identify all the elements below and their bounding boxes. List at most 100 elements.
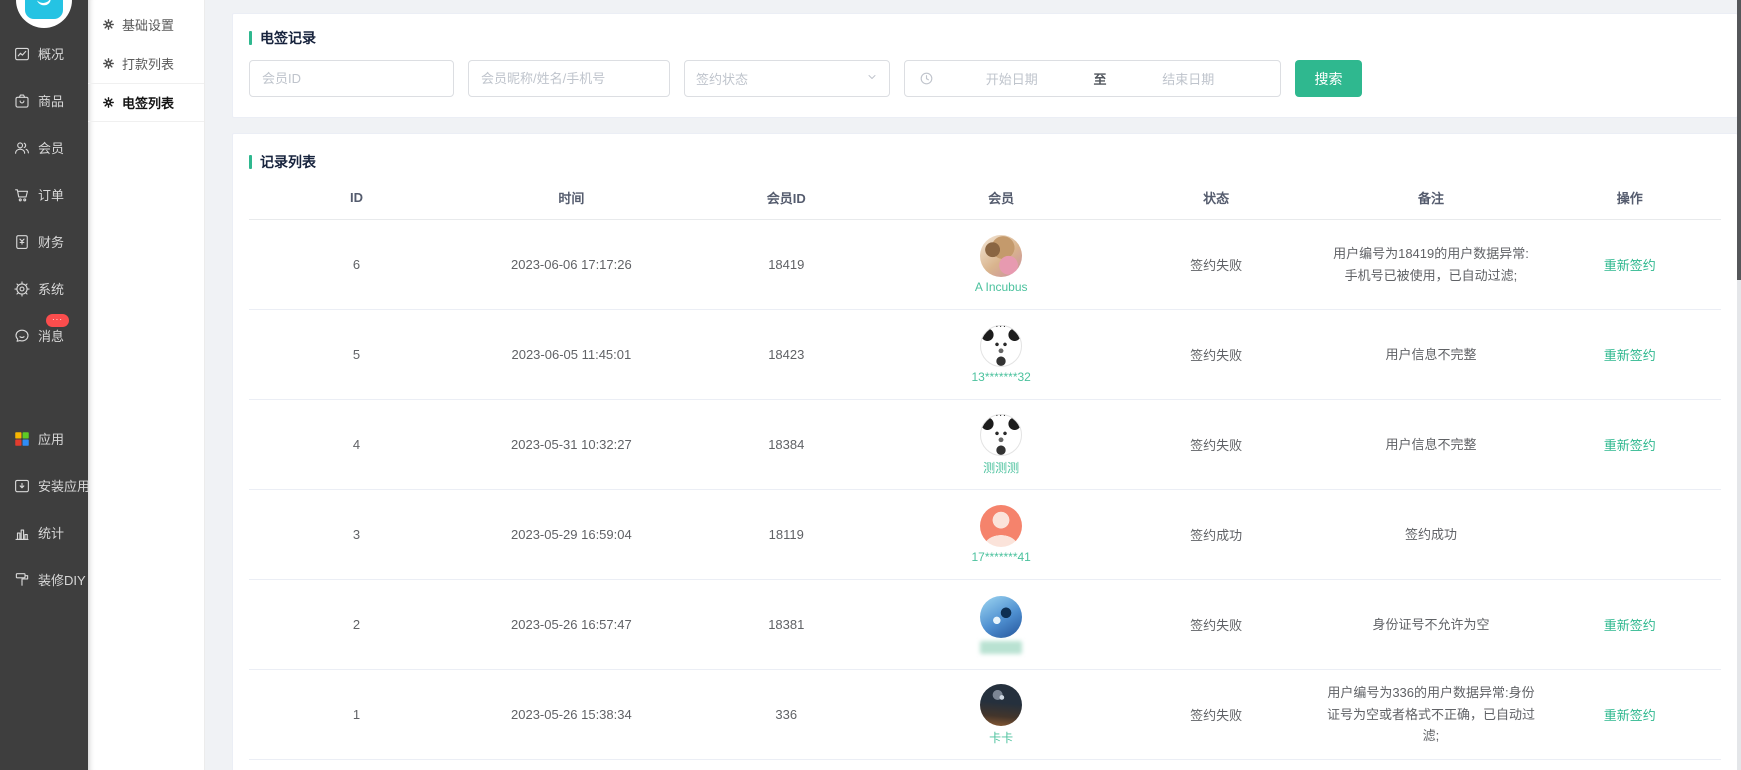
screen: 概况 商品 会员 订单 财务 系统 消息 ··· 应用 安装应用 统计 装修DI… [0,0,1741,770]
cell-status: 签约失败 [1109,255,1324,274]
cell-remark: 用户信息不完整 [1324,434,1539,455]
sidebar-item-finance[interactable]: 财务 [0,218,88,265]
photo-blue-avatar[interactable] [980,596,1022,638]
default-person-avatar[interactable] [980,505,1022,547]
sidebar-item-apps[interactable]: 应用 [0,415,88,462]
cell-status: 签约失败 [1109,705,1324,724]
member-name-link[interactable]: A Incubus [975,280,1028,294]
member-name-link[interactable]: 17*******41 [971,550,1030,564]
re-sign-link[interactable]: 重新签约 [1604,705,1656,724]
re-sign-link[interactable]: 重新签约 [1604,435,1656,454]
clock-icon [919,71,934,86]
column-header: 操作 [1538,188,1721,207]
records-list-panel: 记录列表 ID时间会员ID会员状态备注操作 6 2023-06-06 17:17… [232,133,1738,770]
member-name-link[interactable] [980,641,1022,654]
re-sign-link[interactable]: 重新签约 [1604,345,1656,364]
submenu-item-payment-list[interactable]: 打款列表 [88,44,204,83]
sidebar-nav-secondary: 应用 安装应用 统计 装修DIY [0,415,88,603]
sidebar-item-system[interactable]: 系统 [0,265,88,312]
re-sign-link[interactable]: 重新签约 [1604,255,1656,274]
cell-member-id: 18419 [679,257,894,272]
member-name-link[interactable]: 测测测 [983,459,1019,476]
table-row: 5 2023-06-05 11:45:01 18423 13*******32 … [249,310,1721,400]
overview-icon [13,45,31,63]
date-range-picker[interactable]: 开始日期 至 结束日期 [904,60,1281,97]
cell-time: 2023-05-31 10:32:27 [464,437,679,452]
cell-remark: 用户编号为336的用户数据异常:身份证号为空或者格式不正确，已自动过滤; [1324,682,1539,746]
member-name-link[interactable]: 卡卡 [989,729,1013,746]
column-header: 会员ID [679,188,894,207]
cell-member-id: 18119 [679,527,894,542]
submenu-sidebar: 基础设置 打款列表 电签列表 [88,0,205,770]
finance-icon [13,233,31,251]
panda-meme-avatar[interactable] [980,325,1022,367]
cell-status: 签约成功 [1109,525,1324,544]
sidebar-item-members[interactable]: 会员 [0,124,88,171]
cell-remark: 身份证号不允许为空 [1324,614,1539,635]
cell-id: 6 [249,257,464,272]
cell-id: 5 [249,347,464,362]
scrollbar-thumb[interactable] [1737,0,1741,280]
submenu-item-esign-list[interactable]: 电签列表 [88,83,204,122]
sidebar-item-decorate-diy[interactable]: 装修DIY [0,556,88,603]
sidebar-item-install-apps[interactable]: 安装应用 [0,462,88,509]
goods-icon [13,92,31,110]
cell-time: 2023-05-26 15:38:34 [464,707,679,722]
column-header: 备注 [1324,188,1539,207]
start-date-placeholder: 开始日期 [934,69,1090,88]
table-row: 6 2023-06-06 17:17:26 18419 A Incubus 签约… [249,220,1721,310]
column-header: 时间 [464,188,679,207]
stats-icon [13,524,31,542]
cell-status: 签约失败 [1109,345,1324,364]
search-button[interactable]: 搜索 [1295,60,1362,97]
photo-puppy-avatar[interactable] [980,235,1022,277]
primary-sidebar: 概况 商品 会员 订单 财务 系统 消息 ··· 应用 安装应用 统计 装修DI… [0,0,88,770]
page-scrollbar[interactable] [1737,0,1741,770]
cell-action: 重新签约 [1538,435,1721,454]
cell-time: 2023-05-26 16:57:47 [464,617,679,632]
cell-status: 签约失败 [1109,435,1324,454]
members-icon [13,139,31,157]
cell-time: 2023-05-29 16:59:04 [464,527,679,542]
sidebar-item-stats[interactable]: 统计 [0,509,88,556]
cell-action: 重新签约 [1538,705,1721,724]
decorate-icon [13,571,31,589]
cell-id: 3 [249,527,464,542]
cell-action: 重新签约 [1538,345,1721,364]
cell-remark: 用户信息不完整 [1324,344,1539,365]
cell-member-id: 18384 [679,437,894,452]
apps-icon [13,430,31,448]
column-header: 会员 [894,188,1109,207]
re-sign-link[interactable]: 重新签约 [1604,615,1656,634]
table-row: 1 2023-05-26 15:38:34 336 卡卡 签约失败 用户编号为3… [249,670,1721,760]
cell-member: 卡卡 [894,678,1109,752]
cell-action: 重新签约 [1538,615,1721,634]
main-content: 电签记录 签约状态 开始日期 至 结束日期 [205,0,1741,770]
cell-id: 4 [249,437,464,452]
app-logo-icon [25,0,63,19]
member-name-link[interactable]: 13*******32 [971,370,1030,384]
panel-title-text: 记录列表 [260,152,316,172]
member-id-input[interactable] [249,60,454,97]
sign-status-placeholder: 签约状态 [696,69,748,88]
cell-member: A Incubus [894,229,1109,300]
submenu-item-basic-settings[interactable]: 基础设置 [88,5,204,44]
column-header: 状态 [1109,188,1324,207]
orders-icon [13,186,31,204]
app-logo [16,0,72,28]
submenu-nav: 基础设置 打款列表 电签列表 [88,0,204,122]
panel-title-esign-records: 电签记录 [249,28,1721,48]
sidebar-item-message[interactable]: 消息 ··· [0,312,88,359]
sidebar-item-overview[interactable]: 概况 [0,30,88,77]
panda-meme-avatar[interactable] [980,414,1022,456]
message-icon [13,327,31,345]
sidebar-item-goods[interactable]: 商品 [0,77,88,124]
member-info-input[interactable] [468,60,670,97]
photo-night-avatar[interactable] [980,684,1022,726]
sidebar-item-orders[interactable]: 订单 [0,171,88,218]
cell-member-id: 18381 [679,617,894,632]
cell-action: 重新签约 [1538,255,1721,274]
table-body: 6 2023-06-06 17:17:26 18419 A Incubus 签约… [249,220,1721,760]
sign-status-select[interactable]: 签约状态 [684,60,890,97]
cell-time: 2023-06-05 11:45:01 [464,347,679,362]
